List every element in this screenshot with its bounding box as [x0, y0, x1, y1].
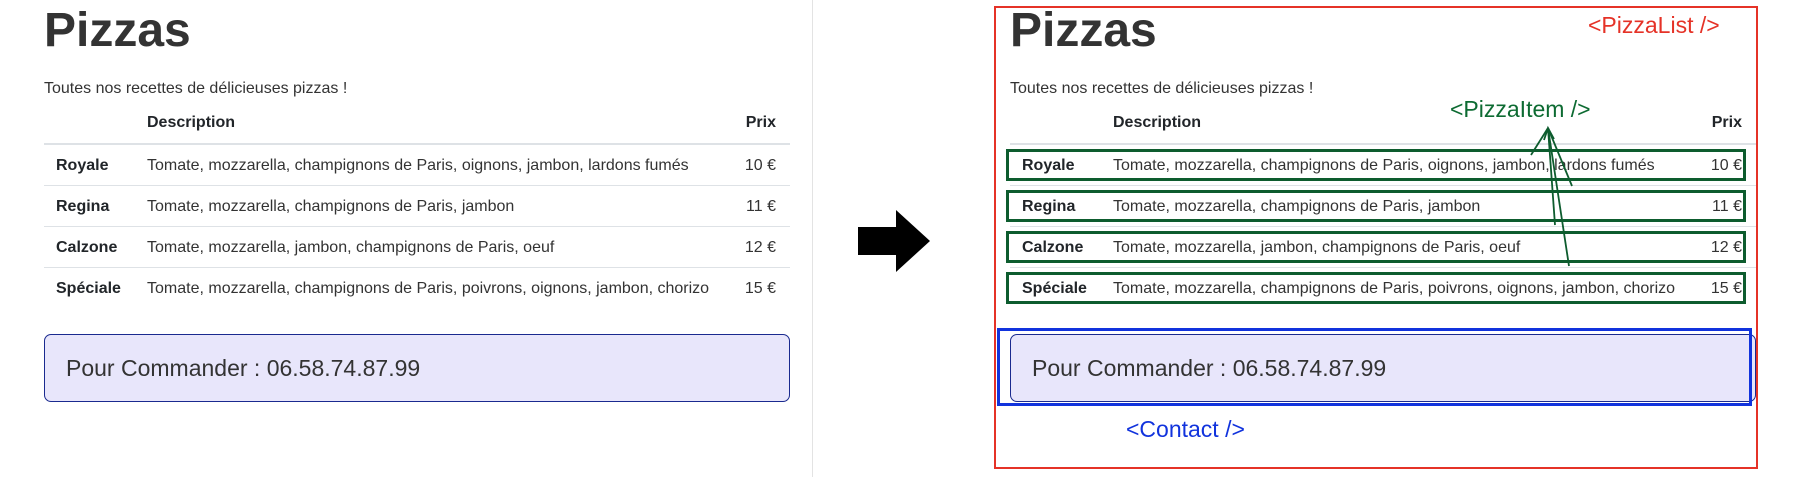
pizzaitem-pointer-arrows: [1530, 125, 1573, 267]
pizzaitem-label: <PizzaItem />: [1450, 96, 1591, 122]
pizzalist-label: <PizzaList />: [1588, 12, 1720, 38]
contact-label: <Contact />: [1126, 416, 1245, 442]
